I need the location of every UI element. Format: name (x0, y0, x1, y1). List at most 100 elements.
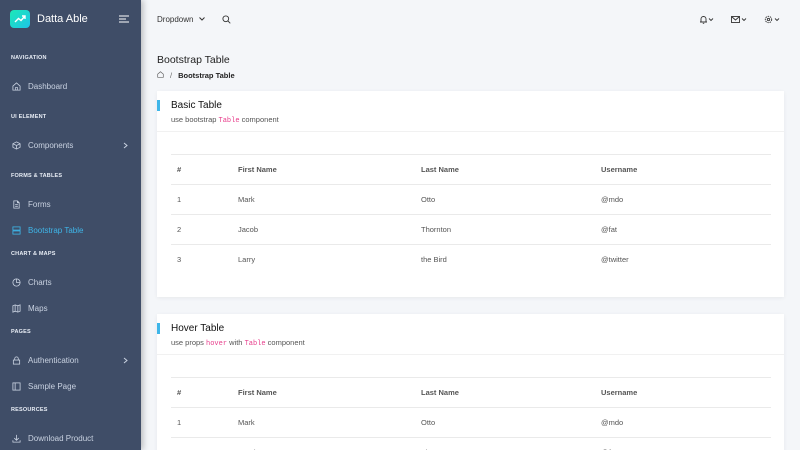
sidebar-icon (11, 381, 21, 391)
sidebar-item-label: Charts (28, 277, 52, 287)
table-cell: 3 (171, 244, 238, 275)
table-header-row: # First Name Last Name Username (171, 377, 771, 408)
table-cell: @twitter (601, 244, 771, 275)
table-cell: Otto (421, 407, 601, 438)
card-body: # First Name Last Name Username 1 Mark O… (157, 132, 784, 275)
download-icon (11, 433, 21, 443)
card-header: Hover Table use props hover with Table c… (157, 314, 784, 354)
sidebar-item-label: Bootstrap Table (28, 225, 84, 235)
hover-table-card: Hover Table use props hover with Table c… (157, 314, 784, 450)
table-cell: Thornton (421, 214, 601, 245)
table-row[interactable]: 2 Jacob Thornton @fat (171, 437, 771, 450)
column-header: Last Name (421, 154, 601, 185)
sidebar-item-forms[interactable]: Forms (0, 191, 141, 217)
header-right-actions (682, 15, 780, 24)
table-cell: @mdo (601, 184, 771, 215)
breadcrumb: / Bootstrap Table (157, 71, 235, 80)
sidebar-item-label: Authentication (28, 355, 79, 365)
column-header: Username (601, 154, 771, 185)
file-icon (11, 199, 21, 209)
basic-table-card: Basic Table use bootstrap Table componen… (157, 91, 784, 297)
sidebar-item-download-product[interactable]: Download Product (0, 425, 141, 450)
page-title: Bootstrap Table (157, 54, 230, 66)
table-cell: Mark (238, 407, 421, 438)
sidebar-item-authentication[interactable]: Authentication (0, 347, 141, 373)
card-accent (157, 323, 160, 334)
card-accent (157, 100, 160, 111)
breadcrumb-current: Bootstrap Table (178, 71, 235, 80)
code-table: Table (244, 340, 266, 348)
table-row: 2 Jacob Thornton @fat (171, 214, 771, 245)
brand-name: Datta Able (37, 13, 88, 25)
table-row[interactable]: 1 Mark Otto @mdo (171, 407, 771, 438)
brand: Datta Able (0, 0, 141, 38)
table-cell: Otto (421, 184, 601, 215)
table-cell: @fat (601, 437, 771, 450)
bell-icon[interactable] (699, 15, 714, 24)
column-header: First Name (238, 377, 421, 408)
box-icon (11, 140, 21, 150)
sidebar: Datta Able NAVIGATION Dashboard UI ELEME… (0, 0, 141, 450)
table-cell: Mark (238, 184, 421, 215)
column-header: # (171, 154, 238, 185)
card-body: # First Name Last Name Username 1 Mark O… (157, 355, 784, 450)
card-subtitle: use bootstrap Table component (171, 115, 279, 125)
trending-up-icon[interactable] (10, 10, 30, 28)
table-cell: 2 (171, 214, 238, 245)
column-header: Last Name (421, 377, 601, 408)
table-header-row: # First Name Last Name Username (171, 154, 771, 185)
server-icon (11, 225, 21, 235)
card-title: Hover Table (171, 323, 225, 334)
header-dropdown[interactable]: Dropdown (157, 14, 206, 24)
table-cell: Thornton (421, 437, 601, 450)
column-header: Username (601, 377, 771, 408)
search-icon[interactable] (222, 14, 232, 24)
breadcrumb-separator: / (170, 71, 173, 80)
table-cell: the Bird (421, 244, 601, 275)
sidebar-item-maps[interactable]: Maps (0, 295, 141, 321)
table-row: 3 Larry the Bird @twitter (171, 244, 771, 275)
chevron-down-icon (199, 17, 206, 21)
sidebar-item-label: Components (28, 140, 74, 150)
sidebar-item-label: Sample Page (28, 381, 77, 391)
sidebar-item-sample-page[interactable]: Sample Page (0, 373, 141, 399)
sidebar-item-dashboard[interactable]: Dashboard (0, 73, 141, 99)
home-icon (11, 81, 21, 91)
table-cell: 1 (171, 184, 238, 215)
lock-icon (11, 355, 21, 365)
card-subtitle: use props hover with Table component (171, 338, 305, 348)
sidebar-item-bootstrap-table[interactable]: Bootstrap Table (0, 217, 141, 243)
table-row: 1 Mark Otto @mdo (171, 184, 771, 215)
hover-table: # First Name Last Name Username 1 Mark O… (171, 377, 771, 450)
sidebar-item-label: Download Product (28, 433, 94, 443)
sidebar-item-label: Maps (28, 303, 48, 313)
sidebar-item-label: Forms (28, 199, 51, 209)
mail-icon[interactable] (731, 15, 747, 24)
basic-table: # First Name Last Name Username 1 Mark O… (171, 154, 771, 275)
map-icon (11, 303, 21, 313)
table-cell: 2 (171, 437, 238, 450)
home-icon[interactable] (157, 71, 164, 80)
card-header: Basic Table use bootstrap Table componen… (157, 91, 784, 131)
table-cell: @fat (601, 214, 771, 245)
code-table: Table (218, 117, 240, 125)
table-cell: @mdo (601, 407, 771, 438)
dropdown-label: Dropdown (157, 14, 194, 24)
menu-toggle-icon[interactable] (118, 15, 130, 23)
column-header: # (171, 377, 238, 408)
card-title: Basic Table (171, 100, 222, 111)
code-hover: hover (206, 340, 228, 348)
chevron-right-icon (121, 142, 129, 149)
column-header: First Name (238, 154, 421, 185)
table-cell: Larry (238, 244, 421, 275)
table-cell: 1 (171, 407, 238, 438)
settings-icon[interactable] (764, 15, 780, 24)
chevron-right-icon (121, 357, 129, 364)
sidebar-item-charts[interactable]: Charts (0, 269, 141, 295)
table-cell: Jacob (238, 214, 421, 245)
sidebar-item-components[interactable]: Components (0, 132, 141, 158)
sidebar-item-label: Dashboard (28, 81, 68, 91)
table-cell: Jacob (238, 437, 421, 450)
top-header: Dropdown (141, 0, 800, 38)
pie-chart-icon (11, 277, 21, 287)
